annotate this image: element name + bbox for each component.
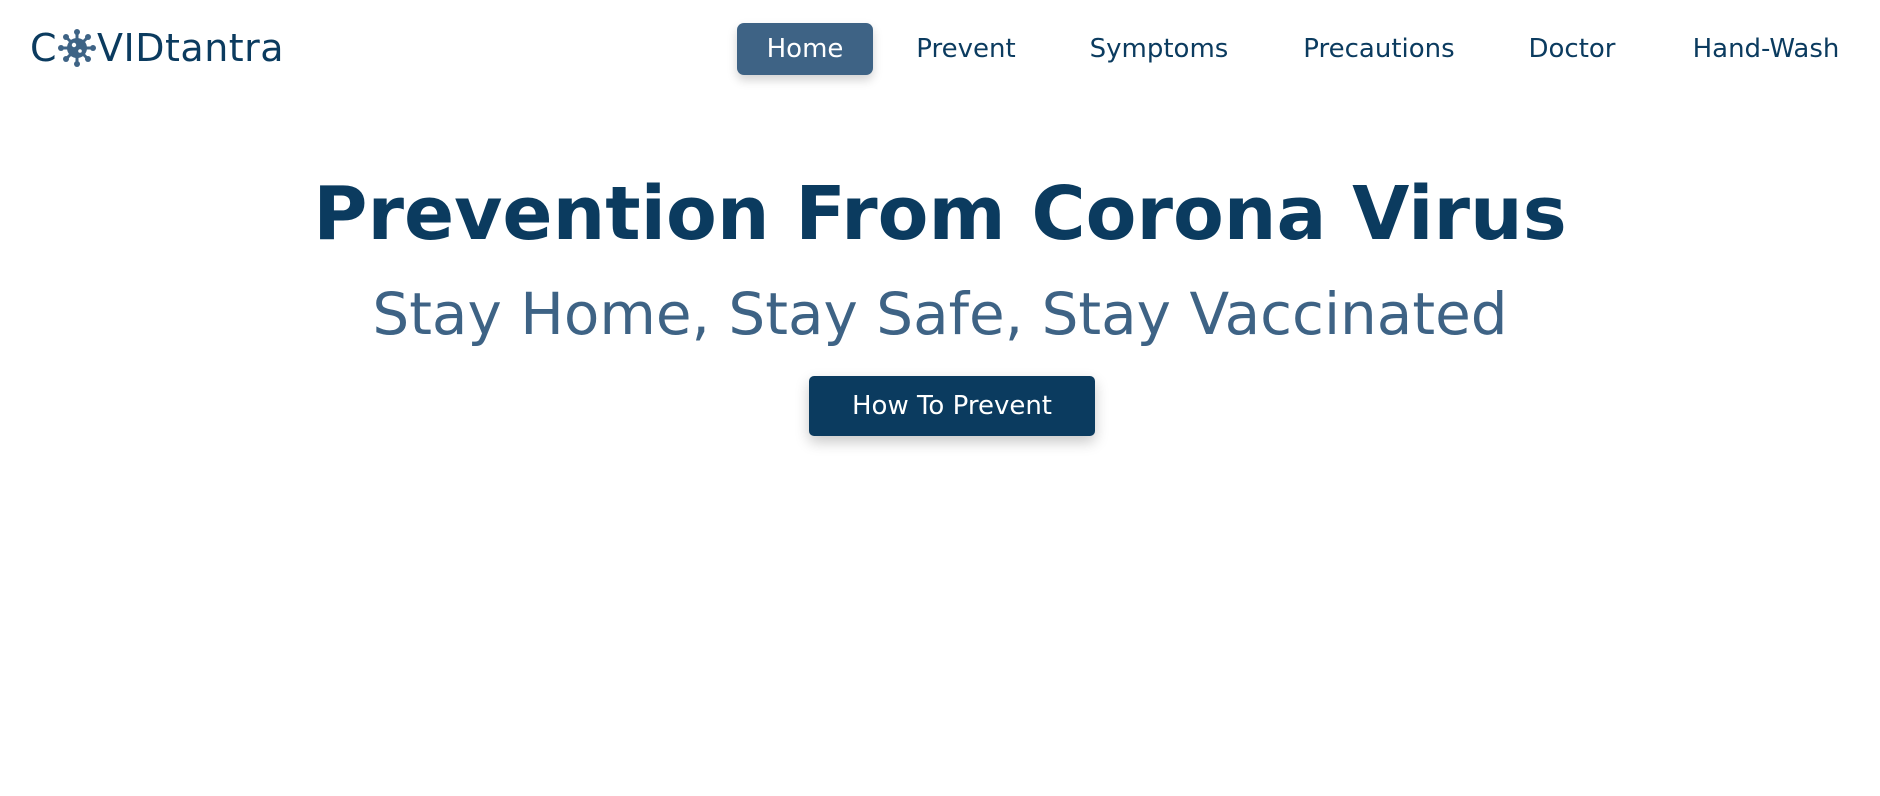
nav-symptoms[interactable]: Symptoms bbox=[1079, 23, 1239, 75]
navbar: C VIDtantra Home Prevent Symptoms Precau… bbox=[0, 0, 1880, 98]
hero-subtitle: Stay Home, Stay Safe, Stay Vaccinated bbox=[372, 280, 1508, 348]
nav-doctor[interactable]: Doctor bbox=[1520, 23, 1624, 75]
nav-hand-wash[interactable]: Hand-Wash bbox=[1680, 23, 1852, 75]
nav-precautions[interactable]: Precautions bbox=[1292, 23, 1466, 75]
nav-prevent[interactable]: Prevent bbox=[905, 23, 1027, 75]
how-to-prevent-button[interactable]: How To Prevent bbox=[809, 376, 1095, 436]
nav-home[interactable]: Home bbox=[737, 23, 873, 75]
hero-title: Prevention From Corona Virus bbox=[313, 171, 1567, 257]
main-nav: Home Prevent Symptoms Precautions Doctor… bbox=[0, 23, 1880, 75]
